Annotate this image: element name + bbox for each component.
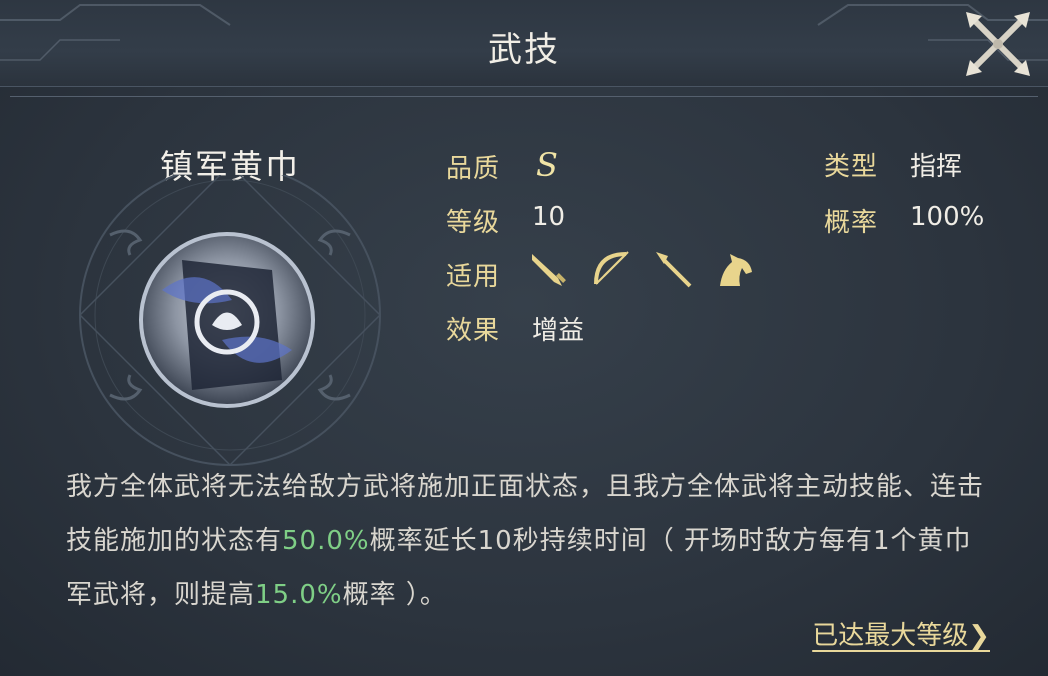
sword-icon bbox=[528, 248, 570, 290]
max-level-link[interactable]: 已达最大等级❯ bbox=[812, 615, 990, 652]
horse-icon bbox=[714, 248, 756, 290]
applicable-troop-icons bbox=[528, 248, 756, 292]
skill-emblem-icon bbox=[139, 232, 315, 408]
skill-detail-panel: 武技 镇军黄巾 品质 S 等级 10 适用 效果 增益 类型 指挥 概率 100… bbox=[0, 0, 1048, 676]
level-label: 等级 bbox=[446, 208, 501, 238]
applicable-label: 适用 bbox=[446, 262, 501, 292]
spear-icon bbox=[652, 248, 694, 290]
effect-value: 增益 bbox=[532, 316, 585, 346]
bow-icon bbox=[590, 248, 632, 290]
header-bar: 武技 bbox=[0, 0, 1048, 87]
quality-label: 品质 bbox=[446, 154, 501, 184]
description-text-3: 概率 ）。 bbox=[342, 580, 447, 610]
close-icon bbox=[966, 12, 1030, 76]
close-button[interactable] bbox=[960, 6, 1036, 82]
description-highlight-1: 50.0% bbox=[282, 526, 370, 556]
probability-label: 概率 bbox=[824, 208, 879, 238]
type-value: 指挥 bbox=[910, 152, 963, 182]
type-label: 类型 bbox=[824, 152, 879, 182]
window-title: 武技 bbox=[488, 30, 560, 70]
description-highlight-2: 15.0% bbox=[255, 580, 343, 610]
probability-value: 100% bbox=[910, 202, 985, 232]
effect-label: 效果 bbox=[446, 316, 501, 346]
skill-description: 我方全体武将无法给敌方武将施加正面状态，且我方全体武将主动技能、连击技能施加的状… bbox=[66, 460, 986, 622]
quality-value: S bbox=[536, 146, 558, 184]
level-value: 10 bbox=[532, 202, 566, 232]
